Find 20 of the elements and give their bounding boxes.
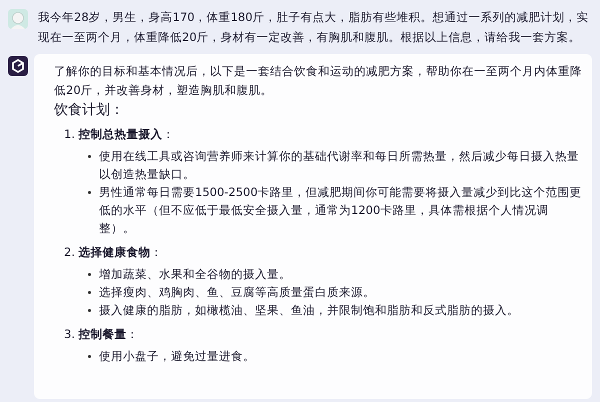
bullet-text: 使用在线工具或咨询营养师来计算你的基础代谢率和每日所需热量，然后减少每日摄入热量以创造热量缺口。: [99, 148, 580, 183]
bullet-text: 男性通常每日需要1500-2500卡路里，但减肥期间你可能需要将摄入量减少到比这个范围更低的水平（但不应低于最低安全摄入量，通常为1200卡路里，具体需根据个人情况调整）。: [99, 184, 582, 237]
user-avatar-icon: [8, 9, 28, 29]
bullet-icon: [88, 191, 91, 194]
list-item-title: 2. 选择健康食物：: [63, 244, 164, 261]
bullet-icon: [88, 155, 91, 158]
bullet-icon: [88, 355, 91, 358]
bullet-text: 增加蔬菜、水果和全谷物的摄入量。: [99, 266, 291, 283]
reply-intro: 了解你的目标和基本情况后，以下是一套结合饮食和运动的减肥方案，帮助你在一至两个月内体重降低20斤，并改善身材，塑造胸肌和腹肌。: [54, 63, 582, 99]
bullet-icon: [88, 309, 91, 312]
list-item-title: 1. 控制总热量摄入：: [63, 126, 176, 143]
bullet-text: 使用小盘子，避免过量进食。: [99, 348, 255, 365]
user-message: 我今年28岁，男生，身高170，体重180斤，肚子有点大，脂肪有些堆积。想通过一系列的减肥计划，实现在一至两个月，体重降低20斤，身材有一定改善，有胸肌和腹肌。根据以上信息，请给我一套方案。: [37, 9, 590, 46]
bullet-text: 选择瘦肉、鸡胸肉、鱼、豆腐等高质量蛋白质来源。: [99, 284, 375, 301]
bullet-icon: [88, 291, 91, 294]
bullet-text: 摄入健康的脂肪，如橄榄油、坚果、鱼油，并限制饱和脂肪和反式脂肪的摄入。: [99, 302, 519, 319]
assistant-logo-icon: [8, 56, 28, 76]
bullet-icon: [88, 273, 91, 276]
section-heading: 饮食计划：: [54, 101, 125, 119]
list-item-title: 3. 控制餐量：: [63, 326, 140, 343]
